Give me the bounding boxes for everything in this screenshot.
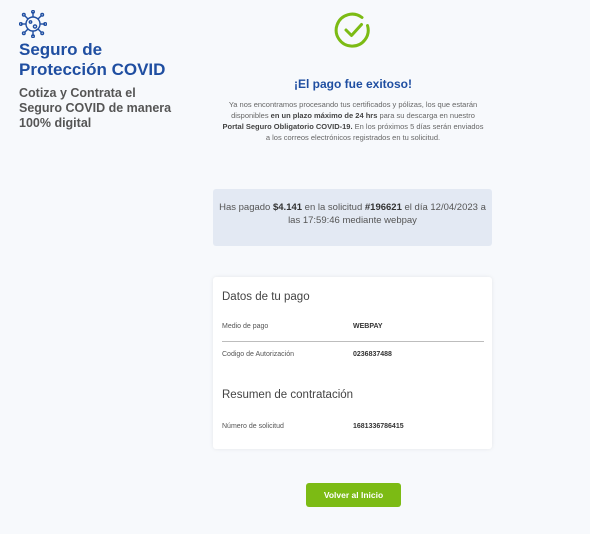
authorization-code-value: 0236837488 — [353, 351, 392, 358]
brand-subtitle-line: 100% digital — [19, 116, 92, 130]
divider — [222, 341, 484, 342]
contract-summary-title: Resumen de contratación — [222, 389, 354, 401]
success-message: Ya nos encontramos procesando tus certif… — [222, 99, 484, 143]
success-title: ¡El pago fue exitoso! — [293, 77, 412, 91]
payment-method-value: WEBPAY — [353, 323, 383, 330]
check-circle-icon — [334, 12, 370, 48]
request-number-value: 1681336786415 — [353, 423, 404, 430]
summary-text: Has pagado — [219, 202, 273, 213]
brand-title: Seguro de Protección COVID — [19, 40, 199, 80]
payment-details-title: Datos de tu pago — [222, 291, 310, 303]
payment-summary-box: Has pagado $4.141 en la solicitud #19662… — [213, 189, 492, 246]
brand-subtitle-line: Seguro COVID de manera — [19, 101, 172, 115]
message-portal-name: Portal Seguro Obligatorio COVID-19. — [222, 122, 353, 131]
back-to-home-button[interactable]: Volver al Inicio — [306, 483, 401, 507]
brand-panel: Seguro de Protección COVID Cotiza y Cont… — [19, 10, 199, 131]
authorization-code-label: Codigo de Autorización — [222, 351, 294, 358]
brand-subtitle-line: Cotiza y Contrata el — [19, 86, 136, 100]
message-deadline: en un plazo máximo de 24 hrs — [270, 111, 378, 120]
summary-text: en la solicitud — [302, 202, 365, 213]
payment-method-label: Medio de pago — [222, 323, 269, 330]
message-text: para su descarga en nuestro — [377, 111, 475, 120]
paid-amount: $4.141 — [272, 202, 303, 213]
payment-details-card: Datos de tu pago Medio de pago WEBPAY Co… — [213, 277, 492, 449]
request-number-label: Número de solicitud — [222, 423, 284, 430]
brand-title-line: Seguro de — [19, 40, 103, 59]
brand-subtitle: Cotiza y Contrata el Seguro COVID de man… — [19, 86, 199, 131]
virus-icon — [19, 10, 47, 38]
brand-title-line: Protección COVID — [19, 60, 166, 79]
request-id: #196621 — [364, 202, 402, 213]
